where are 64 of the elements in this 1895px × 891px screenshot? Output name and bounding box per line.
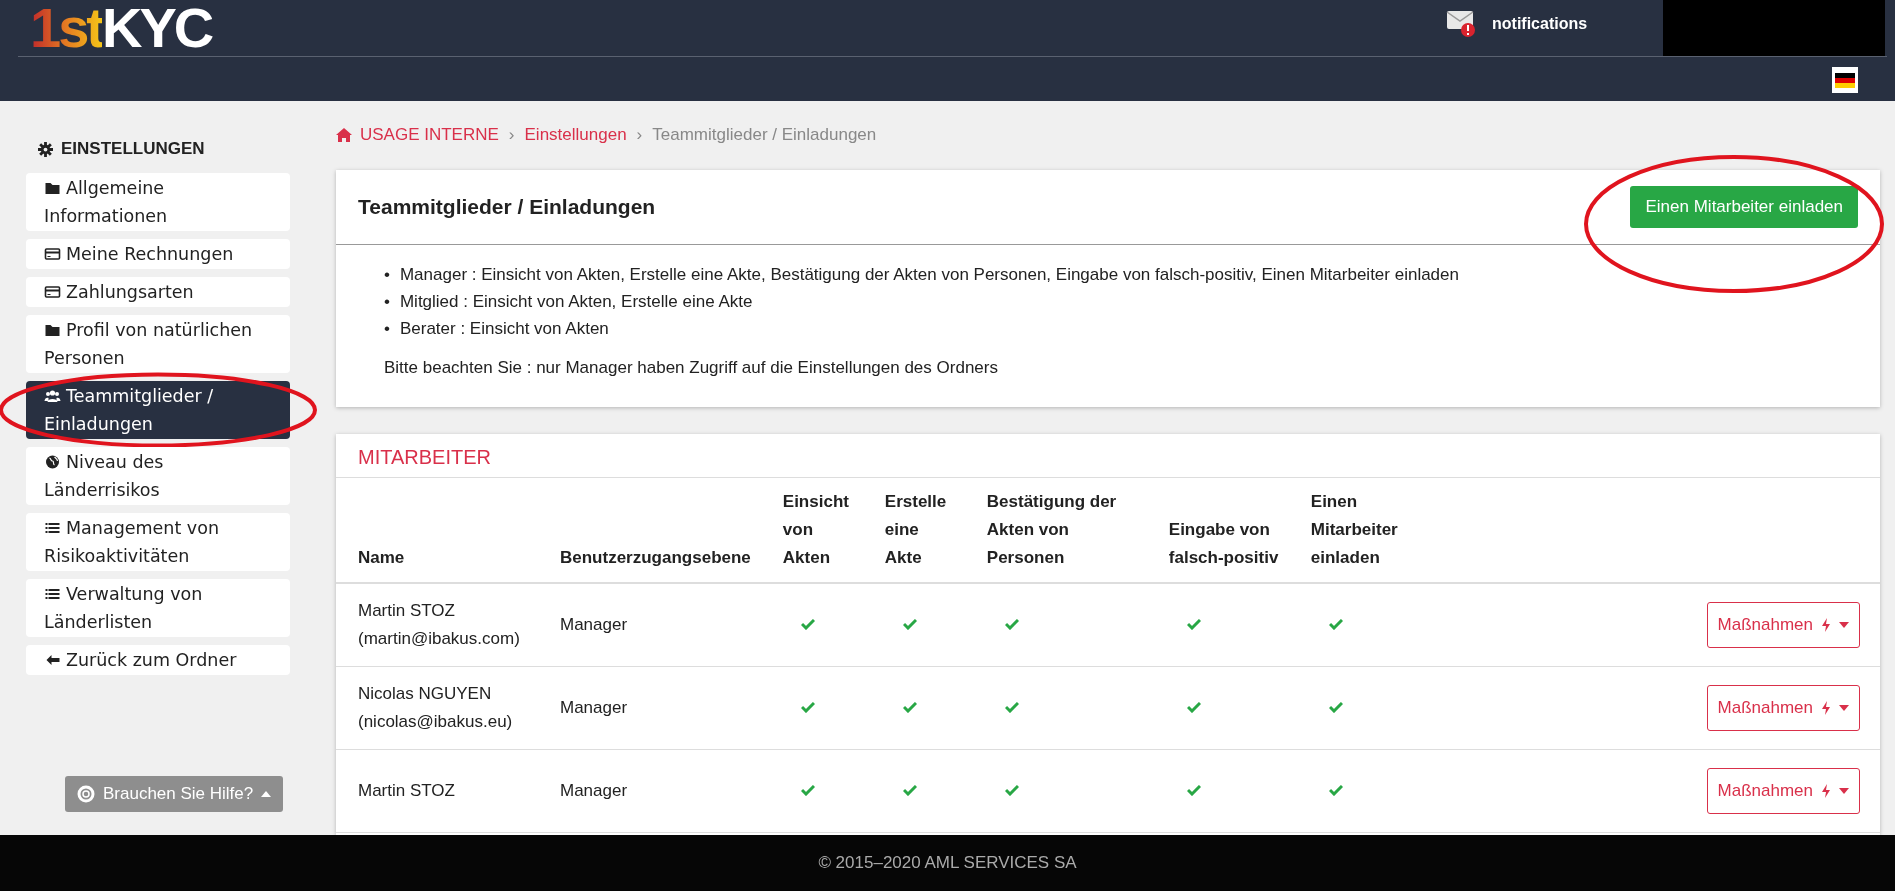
breadcrumb-separator: › bbox=[508, 125, 515, 145]
sidebar-item[interactable]: Verwaltung von Länderlisten bbox=[26, 579, 290, 637]
note-text: Bitte beachten Sie : nur Manager haben Zugriff auf die Einstellungen des Ordners bbox=[384, 357, 999, 379]
table-cell: Martin STOZ (martin@ibakus.com) bbox=[336, 583, 538, 667]
sidebar-item[interactable]: Management von Risikoaktivitäten bbox=[26, 513, 290, 571]
breadcrumb-link[interactable]: Einstellungen bbox=[524, 125, 627, 145]
actions-dropdown[interactable]: Maßnahmen bbox=[1706, 768, 1860, 814]
notifications-link[interactable]: notifications bbox=[1492, 15, 1588, 33]
table-cell: Martin STOZ bbox=[336, 749, 538, 833]
globe-icon bbox=[44, 454, 61, 470]
credit-card-icon bbox=[44, 246, 61, 262]
role-description: Mitglied : Einsicht von Akten, Erstelle eine Akte bbox=[399, 291, 753, 313]
lightning-icon bbox=[1821, 618, 1831, 632]
lifebuoy-icon bbox=[77, 785, 95, 803]
column-header: Bestätigung der Akten von Personen bbox=[964, 478, 1147, 583]
caret-down-icon bbox=[1839, 788, 1849, 794]
column-header: Name bbox=[336, 478, 538, 583]
card-title: Teammitglieder / Einladungen bbox=[358, 195, 656, 219]
section-title: MITARBEITER bbox=[336, 434, 1880, 478]
mail-alert-icon[interactable] bbox=[1446, 8, 1478, 40]
column-header: Einen Mitarbeiter einladen bbox=[1288, 478, 1431, 583]
actions-dropdown[interactable]: Maßnahmen bbox=[1706, 685, 1860, 731]
sidebar-item[interactable]: Meine Rechnungen bbox=[26, 239, 290, 269]
settings-icon bbox=[38, 141, 53, 157]
arrow-left-icon bbox=[44, 652, 61, 668]
actions-dropdown[interactable]: Maßnahmen bbox=[1706, 602, 1860, 648]
role-description: Berater : Einsicht von Akten bbox=[399, 318, 609, 340]
list-icon bbox=[44, 520, 61, 536]
lightning-icon bbox=[1821, 784, 1831, 798]
caret-down-icon bbox=[1839, 705, 1849, 711]
logo[interactable]: 1stKYC bbox=[30, 0, 212, 56]
bullet: • bbox=[384, 264, 390, 286]
column-header: Erstelle eine Akte bbox=[862, 478, 965, 583]
sidebar-item[interactable]: Zurück zum Ordner bbox=[26, 645, 290, 675]
list-icon bbox=[44, 586, 61, 602]
table-cell: Manager bbox=[538, 666, 761, 750]
sidebar-item[interactable]: Zahlungsarten bbox=[26, 277, 290, 307]
role-description: Manager : Einsicht von Akten, Erstelle eine Akte, Bestätigung der Akten von Personen, Eingabe von falsch-positiv, Einen Mitarbeiter einladen bbox=[399, 264, 1459, 286]
german-flag-icon[interactable] bbox=[1832, 67, 1858, 93]
caret-up-icon bbox=[261, 791, 272, 797]
folder-icon bbox=[44, 322, 61, 338]
sidebar-title: EINSTELLUNGEN bbox=[61, 139, 205, 159]
lightning-icon bbox=[1821, 701, 1831, 715]
caret-down-icon bbox=[1839, 622, 1849, 628]
copyright-text: © 2015–2020 AML SERVICES SA bbox=[818, 853, 1077, 873]
sidebar-item[interactable]: Profil von natürlichen Personen bbox=[26, 315, 290, 373]
sidebar-item[interactable]: Teammitglieder / Einladungen bbox=[26, 381, 290, 439]
folder-icon bbox=[44, 180, 61, 196]
users-icon bbox=[44, 388, 61, 404]
home-icon bbox=[336, 128, 352, 142]
table-cell: Manager bbox=[538, 749, 761, 833]
breadcrumb-current: Teammitglieder / Einladungen bbox=[652, 125, 877, 145]
column-header: Benutzerzugangsebene bbox=[538, 478, 761, 583]
sidebar-item[interactable]: Allgemeine Informationen bbox=[26, 173, 290, 231]
bullet: • bbox=[384, 291, 390, 313]
breadcrumb-link[interactable]: USAGE INTERNE bbox=[336, 125, 499, 145]
credit-card-icon bbox=[44, 284, 61, 300]
bullet: • bbox=[384, 318, 390, 340]
column-header: Einsicht von Akten bbox=[760, 478, 863, 583]
breadcrumb-separator: › bbox=[636, 125, 643, 145]
table-cell: Manager bbox=[538, 583, 761, 667]
column-header: Eingabe von falsch-positiv bbox=[1146, 478, 1289, 583]
sidebar-item[interactable]: Niveau des Länderrisikos bbox=[26, 447, 290, 505]
table-cell: Nicolas NGUYEN (nicolas@ibakus.eu) bbox=[336, 666, 538, 750]
